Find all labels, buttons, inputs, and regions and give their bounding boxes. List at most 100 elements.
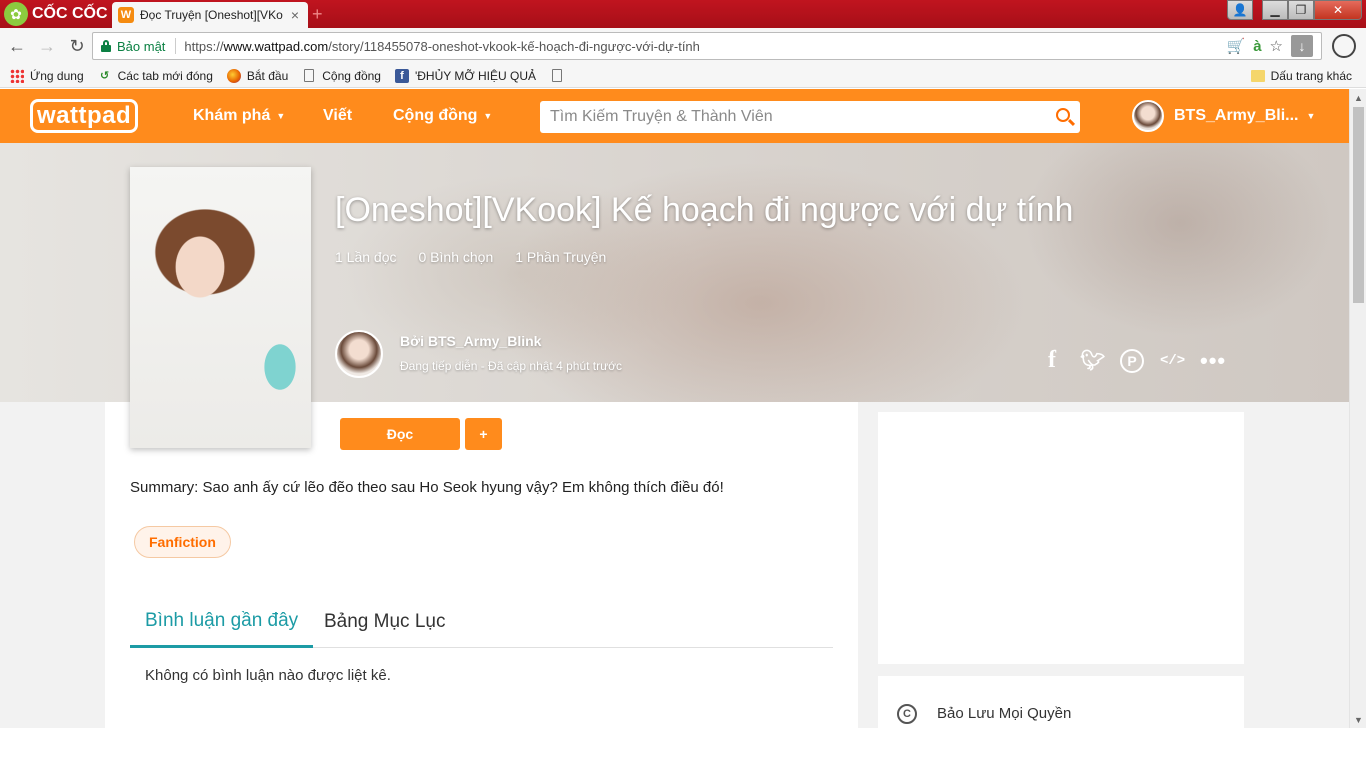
url-prefix: https:// [184, 38, 224, 54]
scroll-thumb[interactable] [1353, 107, 1364, 303]
scroll-down-icon[interactable]: ▼ [1350, 711, 1366, 728]
reload-icon[interactable]: ↻ [64, 33, 90, 59]
bookmark-facebook[interactable]: f 'ĐHỦY MỠ HIỆU QUẢ [394, 68, 537, 83]
read-button[interactable]: Đọc [340, 418, 460, 450]
other-bookmarks-label: Dấu trang khác [1270, 69, 1352, 83]
close-window-button[interactable]: ✕ [1314, 0, 1362, 20]
bookmark-apps[interactable]: Ứng dung [10, 68, 84, 83]
chevron-down-icon: ▼ [483, 111, 493, 121]
bookmark-star-icon[interactable]: ☆ [1270, 37, 1283, 55]
bookmarks-bar: Ứng dung ↺ Các tab mới đóng Bắt đầu Cộng … [0, 64, 1366, 88]
search-input[interactable] [550, 108, 1048, 126]
back-icon[interactable]: ← [4, 33, 30, 59]
facebook-share-icon[interactable]: f [1040, 347, 1064, 374]
genre-tag[interactable]: Fanfiction [134, 526, 231, 558]
tab-title: Đọc Truyện [Oneshot][VKo [140, 8, 283, 22]
search-box [540, 101, 1080, 133]
votes-count: 0 Bình chọn [418, 249, 494, 265]
avatar [1132, 100, 1164, 132]
url-path: /story/118455078-oneshot-vkook-kế-hoạch-… [328, 38, 700, 54]
bookmark-recent-tabs[interactable]: ↺ Các tab mới đóng [98, 69, 213, 83]
browser-tab-active[interactable]: W Đọc Truyện [Oneshot][VKo × [112, 2, 308, 28]
bookmark-get-started[interactable]: Bắt đầu [226, 68, 289, 83]
address-bar[interactable]: Bảo mật https://www.wattpad.com/story/11… [92, 32, 1322, 60]
browser-menu-icon[interactable] [1332, 34, 1356, 58]
parts-count: 1 Phần Truyện [515, 249, 607, 265]
nav-community-label: Cộng đồng [393, 107, 478, 124]
bookmark-label: Ứng dung [30, 68, 84, 83]
story-stats: 1 Lần đọc 0 Bình chọn 1 Phần Truyện [335, 249, 606, 265]
chevron-down-icon: ▼ [1306, 111, 1316, 121]
nav-write-label: Viết [323, 107, 353, 124]
story-title: [Oneshot][VKook] Kế hoạch đi ngược với d… [335, 191, 1074, 229]
new-tab-button[interactable]: + [312, 5, 330, 23]
sidebar-ad-card [878, 412, 1244, 664]
story-summary: Summary: Sao anh ấy cứ lẽo đẽo theo sau … [130, 479, 724, 496]
bookmark-label: Các tab mới đóng [117, 68, 213, 83]
bookmark-page[interactable] [550, 69, 570, 83]
lock-icon [101, 40, 111, 52]
minimize-button[interactable]: ▁ [1262, 0, 1288, 20]
shopping-cart-icon[interactable]: 🛒 [1227, 37, 1246, 55]
coccoc-logo-icon: ✿ [4, 2, 28, 26]
nav-explore[interactable]: Khám phá ▼ [193, 89, 285, 143]
story-tabs: Bình luận gần đây Bảng Mục Lục [130, 596, 833, 648]
author-name[interactable]: Bởi BTS_Army_Blink [400, 333, 541, 349]
no-comments-message: Không có bình luận nào được liệt kê. [145, 667, 391, 684]
search-icon[interactable] [1048, 101, 1080, 133]
page-icon [302, 69, 316, 83]
twitter-share-icon[interactable]: 🐦︎ [1080, 348, 1105, 373]
omnibox-icons: 🛒 à ☆ ↓ [1227, 35, 1321, 57]
more-options-icon[interactable]: ••• [1200, 348, 1225, 374]
nav-write[interactable]: Viết [323, 89, 352, 143]
nav-community[interactable]: Cộng đồng ▼ [393, 89, 492, 143]
bookmark-community[interactable]: Cộng đồng [302, 69, 381, 83]
wattpad-logo[interactable]: wattpad [30, 99, 139, 133]
bookmark-label: Cộng đồng [322, 68, 381, 83]
share-icons: f 🐦︎ P </> ••• [1040, 347, 1225, 374]
username: BTS_Army_Bli... [1174, 107, 1299, 124]
copyright-label: Bảo Lưu Mọi Quyền [937, 705, 1072, 722]
author-avatar[interactable] [335, 330, 383, 378]
tab-close-icon[interactable]: × [288, 7, 302, 23]
scroll-up-icon[interactable]: ▲ [1350, 89, 1366, 106]
story-status: Đang tiếp diễn - Đã cập nhật 4 phút trướ… [400, 359, 623, 373]
page-icon [550, 69, 564, 83]
wattpad-header: wattpad Khám phá ▼ Viết Cộng đồng ▼ BTS_Ar… [0, 89, 1349, 143]
pinterest-share-icon[interactable]: P [1120, 348, 1144, 373]
download-icon[interactable]: ↓ [1291, 35, 1313, 57]
url-host: www.wattpad.com [223, 38, 329, 54]
profile-icon[interactable]: 👤 [1227, 0, 1253, 20]
brand-name: CỐC CỐC [32, 5, 108, 22]
page-scrollbar[interactable]: ▲ ▼ [1349, 89, 1366, 728]
embed-code-icon[interactable]: </> [1160, 353, 1185, 369]
tab-table-of-contents[interactable]: Bảng Mục Lục [309, 596, 460, 648]
folder-icon [1250, 70, 1265, 82]
user-menu[interactable]: BTS_Army_Bli... ▼ [1132, 100, 1315, 132]
firefox-icon [226, 68, 241, 83]
page-viewport: wattpad Khám phá ▼ Viết Cộng đồng ▼ BTS_Ar… [0, 89, 1366, 728]
story-cover-image[interactable] [130, 167, 311, 448]
url-text[interactable]: https://www.wattpad.com/story/118455078-… [184, 39, 1226, 54]
facebook-icon: f [394, 68, 409, 83]
coccoc-brand[interactable]: ✿ CỐC CỐC [0, 0, 112, 28]
bookmark-label: 'ĐHỦY MỠ HIỆU QUẢ [414, 68, 537, 83]
chevron-down-icon: ▼ [276, 111, 286, 121]
tab-recent-comments[interactable]: Bình luận gần đây [130, 596, 314, 648]
other-bookmarks[interactable]: Dấu trang khác [1250, 69, 1352, 83]
history-icon: ↺ [100, 70, 110, 82]
browser-toolbar: ← → ↻ Bảo mật https://www.wattpad.com/st… [0, 28, 1366, 64]
nav-explore-label: Khám phá [193, 107, 271, 124]
bookmark-label: Bắt đầu [246, 68, 289, 83]
wattpad-favicon-icon: W [118, 7, 134, 23]
copyright-icon: C [897, 704, 917, 724]
reads-count: 1 Lần đọc [335, 249, 397, 265]
maximize-button[interactable]: ❐ [1288, 0, 1314, 20]
url-divider [175, 38, 177, 54]
forward-icon[interactable]: → [34, 33, 60, 59]
add-to-list-button[interactable]: + [465, 418, 502, 450]
browser-titlebar: ✿ CỐC CỐC W Đọc Truyện [Oneshot][VKo × +… [0, 0, 1366, 28]
apps-icon [10, 68, 24, 83]
secure-label: Bảo mật [117, 38, 166, 54]
translate-icon[interactable]: à [1253, 38, 1261, 55]
